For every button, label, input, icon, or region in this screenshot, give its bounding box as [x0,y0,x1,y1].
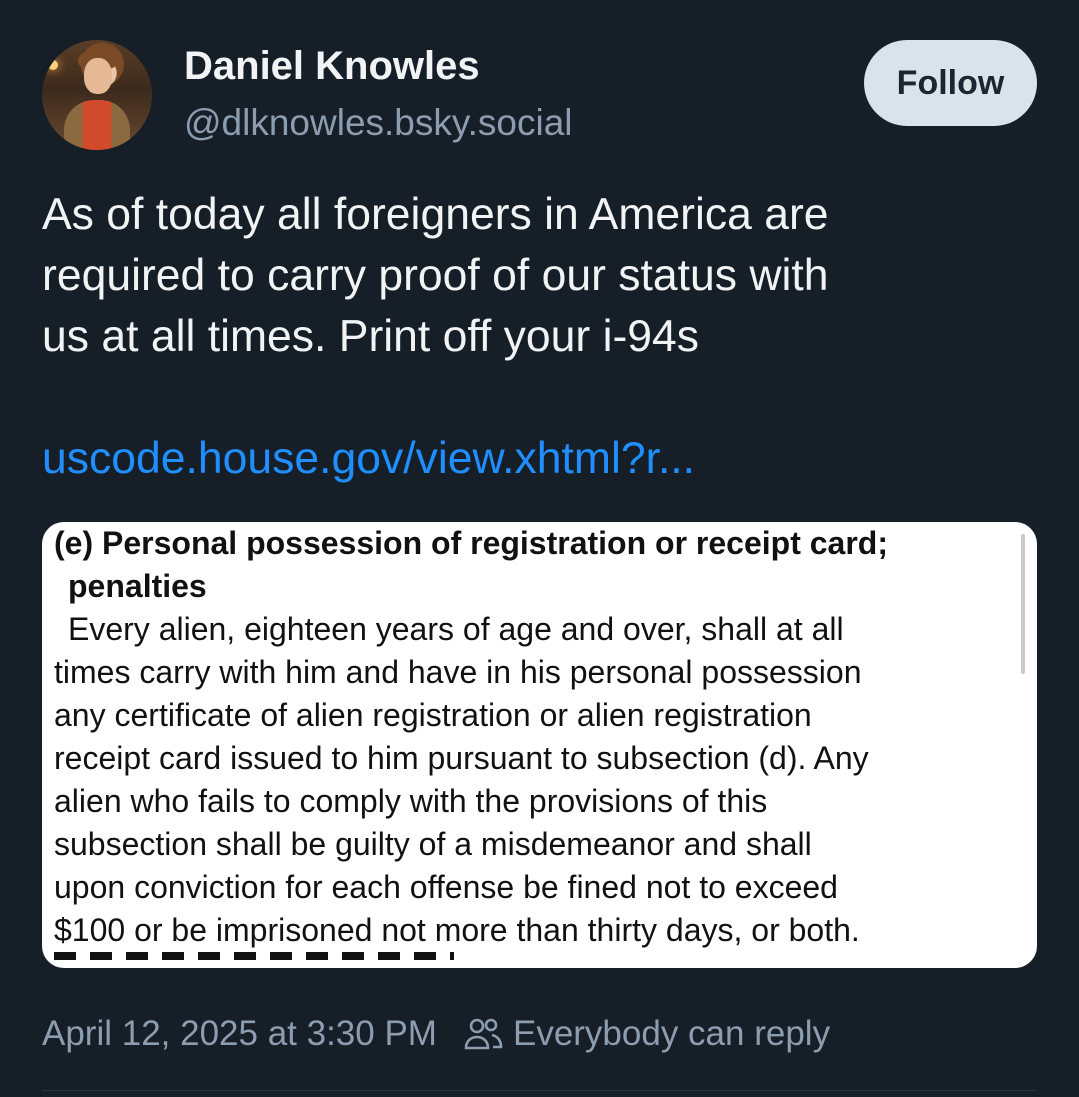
embed-heading-line: penalties [68,568,207,604]
author-avatar[interactable] [42,40,152,150]
embed-body-line: Every alien, eighteen years of age and o… [68,611,844,647]
author-name[interactable]: Daniel Knowles [184,44,480,89]
post-text-line: required to carry proof of our status wi… [42,251,829,300]
post-meta: April 12, 2025 at 3:30 PM Everybody can … [42,1014,830,1054]
embed-body-line: times carry with him and have in his per… [54,654,862,690]
avatar-background-light [48,60,58,70]
follow-button[interactable]: Follow [864,40,1037,126]
embedded-image[interactable]: (e) Personal possession of registration … [42,522,1037,968]
embed-body: Every alien, eighteen years of age and o… [54,608,1014,952]
embed-body-line: receipt card issued to him pursuant to s… [54,740,869,776]
embed-body-line: upon conviction for each offense be fine… [54,869,838,905]
author-handle[interactable]: @dlknowles.bsky.social [184,102,573,144]
reply-setting[interactable]: Everybody can reply [513,1014,830,1054]
embed-heading-line: (e) Personal possession of registration … [54,525,888,561]
post-link[interactable]: uscode.house.gov/view.xhtml?r... [42,434,695,484]
embed-body-line: alien who fails to comply with the provi… [54,783,768,819]
avatar-face [84,58,112,94]
people-icon [463,1016,503,1052]
embed-heading: (e) Personal possession of registration … [54,522,1014,608]
embed-body-line: any certificate of alien registration or… [54,697,812,733]
post-text-line: As of today all foreigners in America ar… [42,190,829,239]
embed-cutoff-text [54,952,454,962]
divider [42,1090,1037,1091]
avatar-shirt [64,100,130,150]
embed-body-line: $100 or be imprisoned not more than thir… [54,912,860,948]
embed-body-line: subsection shall be guilty of a misdemea… [54,826,812,862]
post-timestamp[interactable]: April 12, 2025 at 3:30 PM [42,1014,437,1054]
embed-scrollbar [1021,534,1025,674]
post-text-line: us at all times. Print off your i-94s [42,312,700,361]
post-text: As of today all foreigners in America ar… [42,184,1042,367]
